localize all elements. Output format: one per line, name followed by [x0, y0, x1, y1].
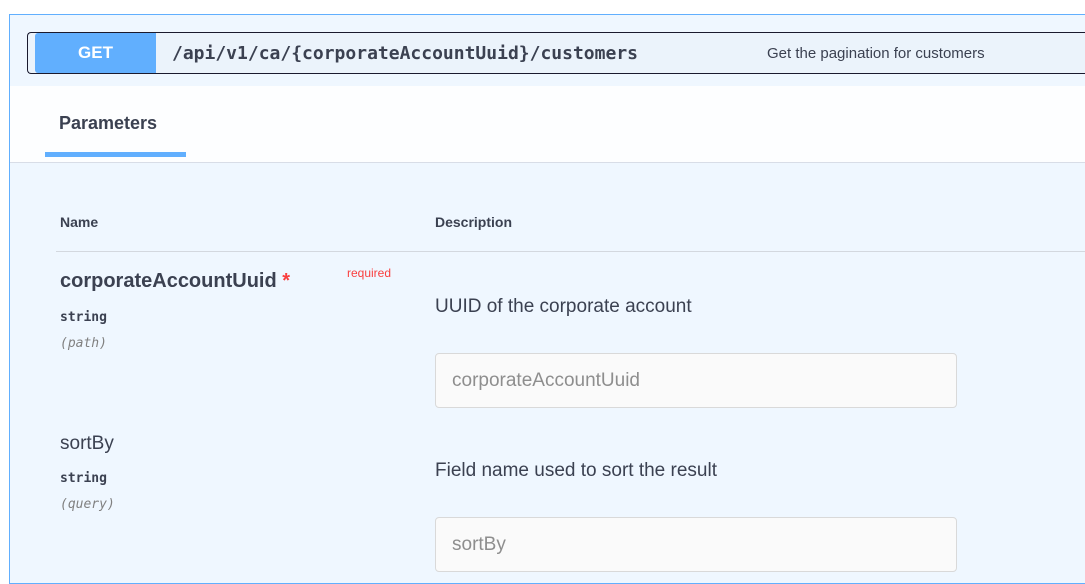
column-divider [56, 251, 1085, 252]
param-name-text: corporateAccountUuid [60, 270, 277, 292]
tab-header: Parameters [10, 86, 1085, 163]
param-description: UUID of the corporate account [435, 296, 692, 317]
column-header-description: Description [435, 214, 513, 230]
operation-summary[interactable]: GET /api/v1/ca/{corporateAccountUuid}/cu… [27, 32, 1085, 74]
param-location: (path) [60, 336, 107, 351]
endpoint-path: /api/v1/ca/{corporateAccountUuid}/custom… [172, 43, 638, 64]
param-name-corporateAccountUuid: corporateAccountUuid * [60, 270, 290, 293]
tab-parameters[interactable]: Parameters [59, 113, 157, 134]
param-name-sortBy: sortBy [60, 433, 114, 454]
param-description: Field name used to sort the result [435, 460, 717, 481]
required-label: required [347, 266, 392, 280]
param-type: string [60, 310, 107, 325]
param-type: string [60, 471, 107, 486]
http-method-badge: GET [35, 33, 156, 73]
sortBy-input[interactable] [435, 517, 957, 572]
param-location: (query) [60, 497, 115, 512]
tab-active-indicator [45, 152, 186, 157]
corporateAccountUuid-input[interactable] [435, 353, 957, 408]
operation-description: Get the pagination for customers [767, 45, 985, 62]
required-star: * [282, 270, 291, 292]
column-header-name: Name [60, 214, 99, 230]
